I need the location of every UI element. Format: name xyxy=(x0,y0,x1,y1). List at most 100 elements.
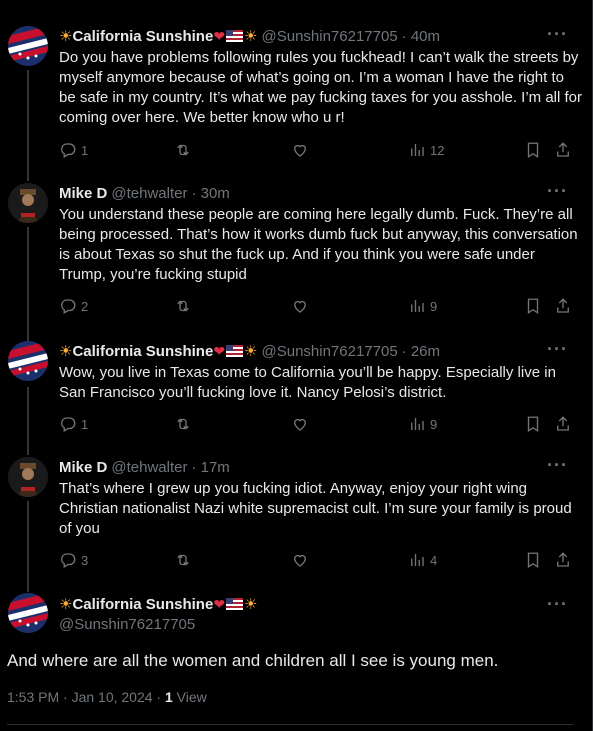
bookmark-button[interactable] xyxy=(524,551,542,569)
more-icon[interactable]: ··· xyxy=(547,594,568,615)
thread-line xyxy=(27,70,29,175)
handle-row: @Sunshin76217705 xyxy=(59,614,195,634)
tweet-actions: 1 9 xyxy=(59,415,579,435)
timestamp[interactable]: · 17m xyxy=(191,459,229,476)
display-name[interactable]: California Sunshine xyxy=(72,343,213,360)
tweet-header: Mike D @tehwalter · 17m xyxy=(59,457,230,477)
reply-count: 1 xyxy=(81,142,89,158)
thread-line xyxy=(27,590,29,592)
tweet-meta: 1:53 PM · Jan 10, 2024 · 1 View xyxy=(7,689,207,705)
avatar[interactable] xyxy=(8,457,48,497)
views-icon xyxy=(411,300,424,312)
views-button[interactable]: 12 xyxy=(408,141,444,159)
tweet-header: Mike D @tehwalter · 30m xyxy=(59,183,230,203)
repost-button[interactable] xyxy=(174,297,192,315)
reply-button[interactable]: 1 xyxy=(59,141,88,159)
timestamp[interactable]: · 26m xyxy=(402,343,440,360)
share-button[interactable] xyxy=(554,415,572,433)
tweet-text: Wow, you live in Texas come to Californi… xyxy=(59,364,556,401)
views-count: 12 xyxy=(430,142,445,158)
tweet-header: ☀ California Sunshine ❤ ☀ @Sunshin762177… xyxy=(59,26,440,46)
more-icon[interactable]: ··· xyxy=(547,24,568,45)
repost-button[interactable] xyxy=(174,551,192,569)
views-icon xyxy=(411,144,424,156)
divider xyxy=(7,724,573,725)
more-icon[interactable]: ··· xyxy=(547,455,568,476)
repost-icon xyxy=(177,554,189,566)
us-flag-icon xyxy=(226,30,244,42)
more-icon[interactable]: ··· xyxy=(547,339,568,360)
tweet-text: You understand these people are coming h… xyxy=(59,206,578,283)
share-icon xyxy=(557,142,569,157)
bookmark-button[interactable] xyxy=(524,297,542,315)
reply-tweet[interactable]: ☀ California Sunshine ❤ ☀ @Sunshin762177… xyxy=(0,335,592,453)
reply-icon xyxy=(61,143,76,158)
views-icon xyxy=(411,418,424,430)
timestamp[interactable]: 1:53 PM · Jan 10, 2024 · xyxy=(7,689,165,705)
tweet-actions: 2 9 xyxy=(59,297,579,317)
views-count: 1 xyxy=(164,689,173,705)
avatar[interactable] xyxy=(8,26,48,66)
reply-tweet[interactable]: ☀ California Sunshine ❤ ☀ @Sunshin762177… xyxy=(0,0,592,175)
views-label: View xyxy=(172,689,207,705)
sun-emoji-icon: ☀ xyxy=(59,28,73,45)
handle[interactable]: @tehwalter xyxy=(111,185,187,202)
like-button[interactable] xyxy=(291,551,309,569)
reply-count: 3 xyxy=(81,552,89,568)
reply-tweet[interactable]: Mike D @tehwalter · 17m ··· That’s where… xyxy=(0,453,592,590)
bookmark-icon xyxy=(527,552,539,569)
avatar[interactable] xyxy=(8,593,48,633)
display-name[interactable]: California Sunshine xyxy=(72,28,213,45)
heart-emoji-icon: ❤ xyxy=(213,342,226,359)
sun-emoji-icon: ☀ xyxy=(244,596,258,613)
handle[interactable]: @tehwalter xyxy=(111,459,187,476)
sun-emoji-icon: ☀ xyxy=(244,28,258,45)
handle[interactable]: @Sunshin76217705 xyxy=(262,343,398,360)
display-name[interactable]: Mike D xyxy=(59,185,107,202)
display-name[interactable]: California Sunshine xyxy=(72,596,213,613)
us-flag-icon xyxy=(226,598,244,610)
tweet-actions: 3 4 xyxy=(59,551,579,571)
like-button[interactable] xyxy=(291,141,309,159)
repost-icon xyxy=(177,418,189,430)
tweet-header: ☀ California Sunshine ❤ ☀ xyxy=(59,594,258,614)
more-icon[interactable]: ··· xyxy=(547,181,568,202)
views-button[interactable]: 9 xyxy=(408,297,437,315)
share-icon xyxy=(557,298,569,313)
repost-button[interactable] xyxy=(174,141,192,159)
timestamp[interactable]: · 40m xyxy=(402,28,440,45)
share-button[interactable] xyxy=(554,141,572,159)
views-button[interactable]: 4 xyxy=(408,551,437,569)
tweet-text: Do you have problems following rules you… xyxy=(59,49,583,126)
tweet-actions: 1 12 xyxy=(59,141,579,161)
tweet-text: That’s where I grew up you fucking idiot… xyxy=(59,480,572,537)
handle[interactable]: @Sunshin76217705 xyxy=(59,616,195,633)
bookmark-icon xyxy=(527,416,539,433)
thread-line xyxy=(27,175,29,181)
handle[interactable]: @Sunshin76217705 xyxy=(262,28,398,45)
reply-icon xyxy=(61,553,76,568)
display-name[interactable]: Mike D xyxy=(59,459,107,476)
sun-emoji-icon: ☀ xyxy=(59,596,73,613)
reply-button[interactable]: 2 xyxy=(59,297,88,315)
repost-icon xyxy=(177,144,189,156)
sun-emoji-icon: ☀ xyxy=(244,343,258,360)
bookmark-button[interactable] xyxy=(524,141,542,159)
avatar[interactable] xyxy=(8,183,48,223)
thread-line xyxy=(27,453,29,455)
share-button[interactable] xyxy=(554,551,572,569)
repost-button[interactable] xyxy=(174,415,192,433)
like-button[interactable] xyxy=(291,297,309,315)
views-button[interactable]: 9 xyxy=(408,415,437,433)
thread-line xyxy=(27,387,29,453)
reply-count: 1 xyxy=(81,416,89,432)
views-icon xyxy=(411,554,424,566)
reply-button[interactable]: 1 xyxy=(59,415,88,433)
share-button[interactable] xyxy=(554,297,572,315)
reply-button[interactable]: 3 xyxy=(59,551,88,569)
reply-tweet[interactable]: Mike D @tehwalter · 30m ··· You understa… xyxy=(0,175,592,335)
avatar[interactable] xyxy=(8,341,48,381)
bookmark-button[interactable] xyxy=(524,415,542,433)
like-button[interactable] xyxy=(291,415,309,433)
timestamp[interactable]: · 30m xyxy=(191,185,229,202)
